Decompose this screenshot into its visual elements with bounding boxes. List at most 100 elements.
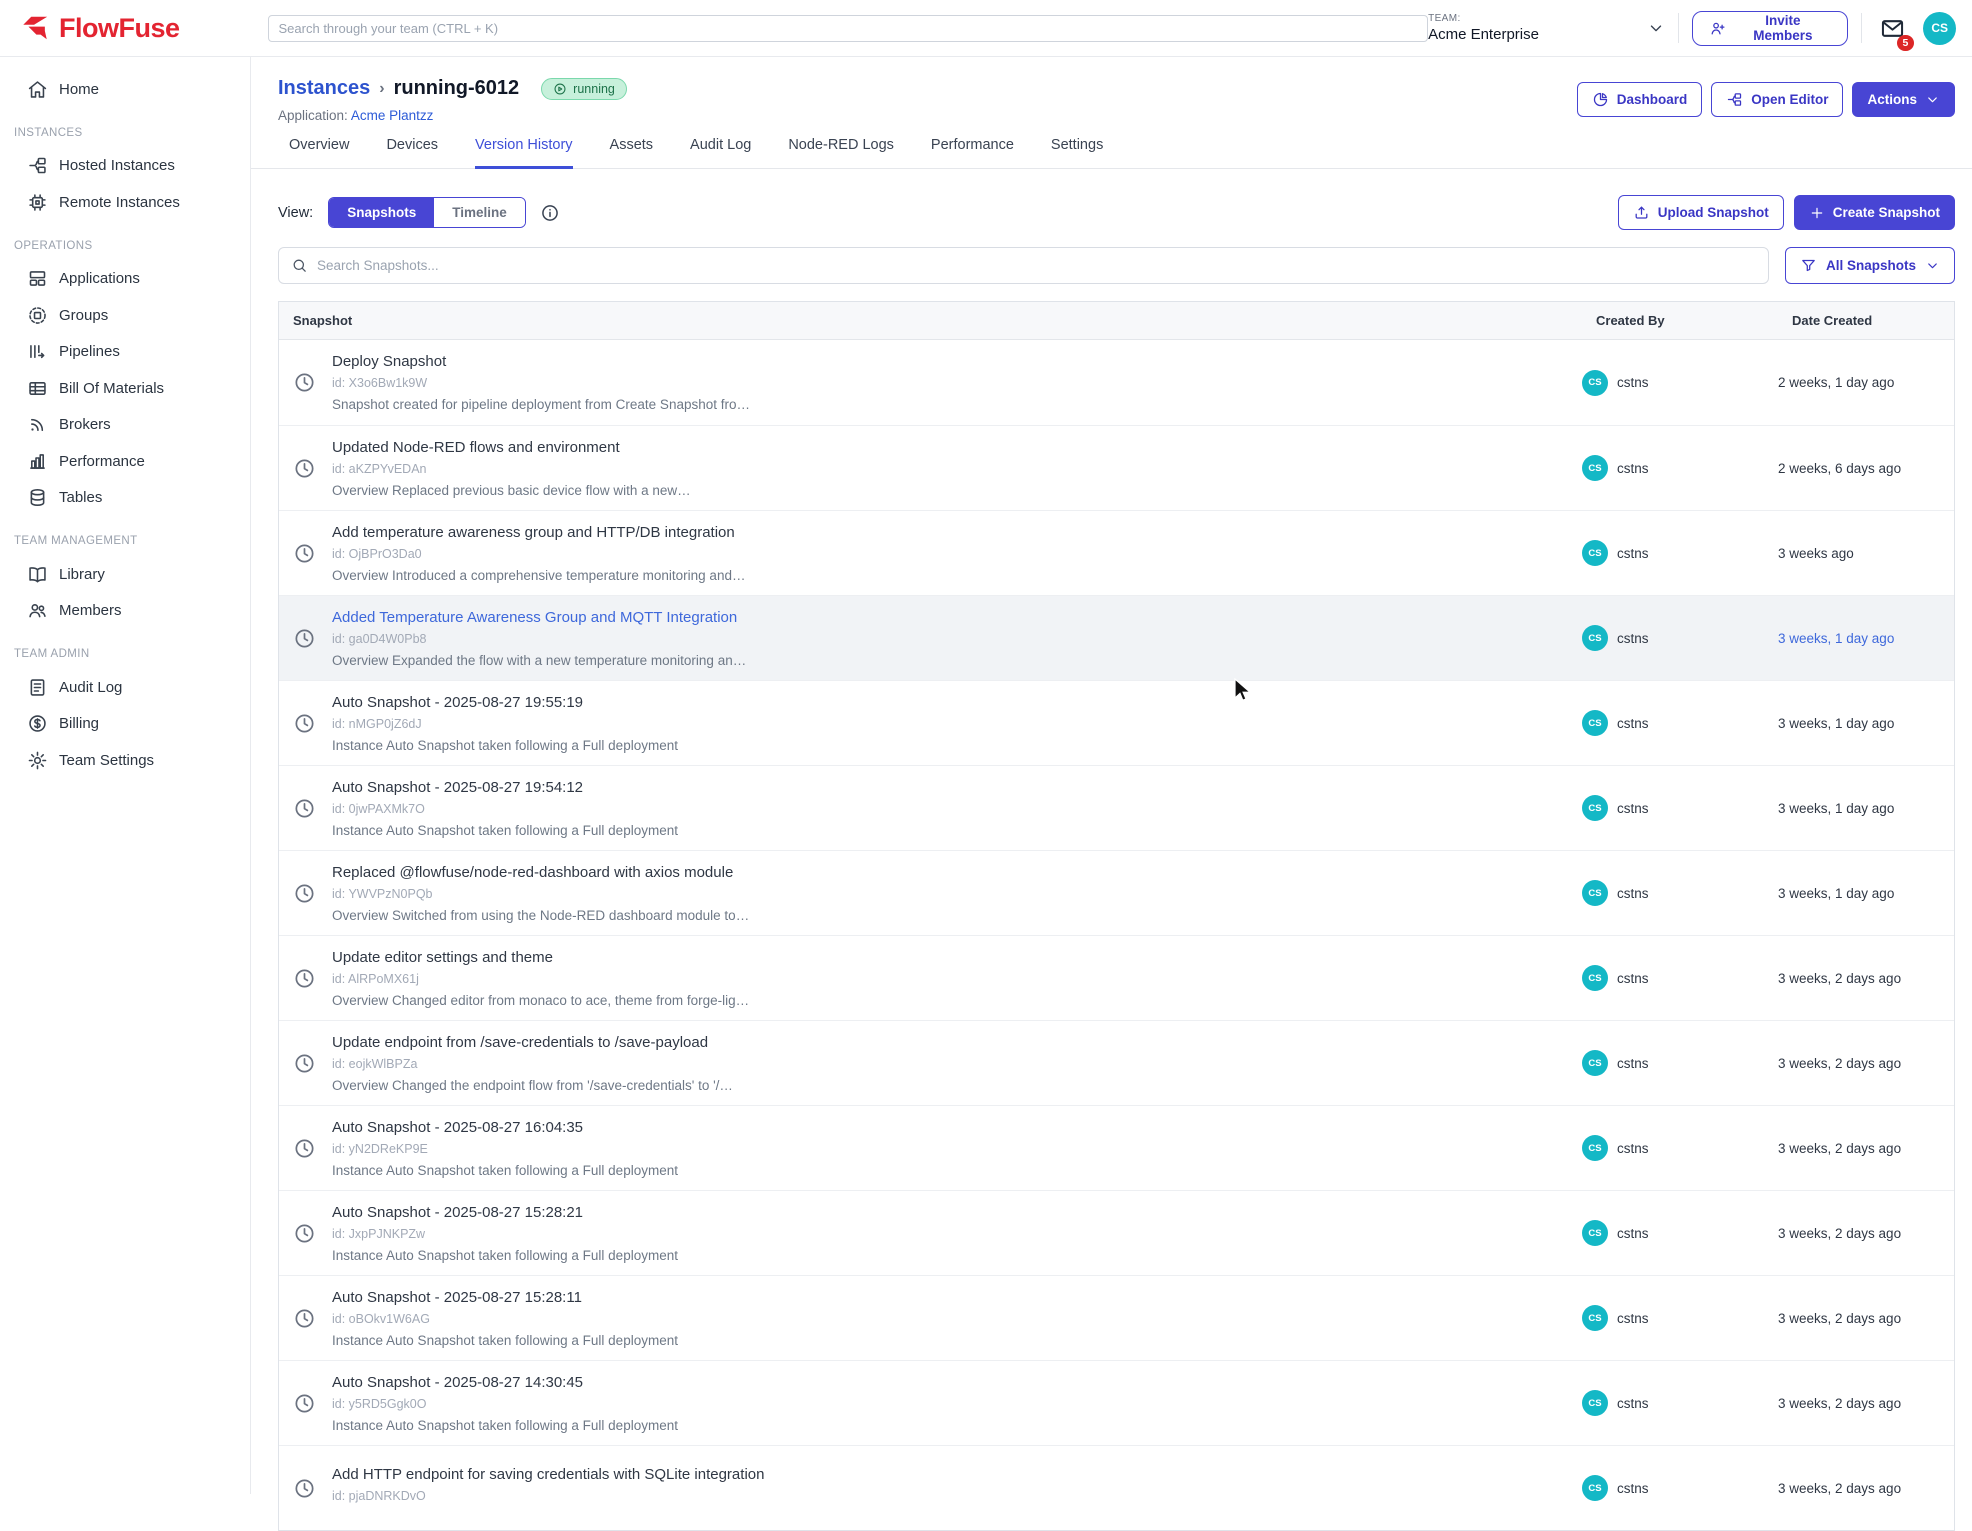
sidebar-item-pipelines[interactable]: Pipelines	[0, 334, 250, 371]
clock-icon	[293, 712, 316, 735]
status-badge: running	[541, 78, 627, 100]
sidebar-item-groups[interactable]: Groups	[0, 297, 250, 334]
invite-members-label: Invite Members	[1734, 13, 1831, 43]
actions-button[interactable]: Actions	[1852, 82, 1955, 117]
tab-overview[interactable]: Overview	[289, 137, 349, 169]
table-row[interactable]: Update editor settings and theme id: AlR…	[279, 935, 1954, 1020]
snapshot-description: Instance Auto Snapshot taken following a…	[332, 1333, 678, 1348]
breadcrumb-separator: ›	[379, 80, 384, 98]
tab-audit-log[interactable]: Audit Log	[690, 137, 751, 169]
creator-avatar: CS	[1582, 1390, 1608, 1416]
snapshot-search[interactable]	[278, 247, 1769, 284]
tab-assets[interactable]: Assets	[610, 137, 654, 169]
sidebar-item-label: Library	[59, 566, 105, 583]
creator-name: cstns	[1617, 716, 1649, 731]
snapshot-text: Auto Snapshot - 2025-08-27 15:28:21 id: …	[332, 1204, 678, 1263]
tab-devices[interactable]: Devices	[386, 137, 438, 169]
global-search-input[interactable]	[279, 21, 1418, 36]
user-avatar[interactable]: CS	[1923, 12, 1956, 45]
snapshot-title: Update endpoint from /save-credentials t…	[332, 1034, 733, 1051]
table-row[interactable]: Auto Snapshot - 2025-08-27 19:54:12 id: …	[279, 765, 1954, 850]
sidebar-item-brokers[interactable]: Brokers	[0, 407, 250, 444]
sidebar-item-applications[interactable]: Applications	[0, 261, 250, 298]
date-created-cell: 3 weeks, 2 days ago	[1778, 1446, 1954, 1530]
table-row[interactable]: Add temperature awareness group and HTTP…	[279, 510, 1954, 595]
flowfuse-logo[interactable]: FlowFuse	[20, 13, 180, 44]
open-editor-button[interactable]: Open Editor	[1711, 82, 1843, 117]
sidebar-item-bill-of-materials[interactable]: Bill Of Materials	[0, 370, 250, 407]
notifications-button[interactable]: 5	[1879, 15, 1906, 42]
sidebar-item-home[interactable]: Home	[0, 71, 250, 108]
sidebar-item-label: Tables	[59, 489, 102, 506]
table-row[interactable]: Auto Snapshot - 2025-08-27 15:28:11 id: …	[279, 1275, 1954, 1360]
snapshot-id: id: X3o6Bw1k9W	[332, 376, 750, 390]
snapshot-search-input[interactable]	[317, 258, 1756, 273]
clock-icon	[293, 882, 316, 905]
table-row[interactable]: Add HTTP endpoint for saving credentials…	[279, 1445, 1954, 1530]
sidebar-item-billing[interactable]: Billing	[0, 706, 250, 743]
chip-icon	[27, 192, 48, 213]
view-toggle: Snapshots Timeline	[328, 197, 526, 228]
team-selector[interactable]: TEAM: Acme Enterprise	[1428, 13, 1665, 43]
table-row[interactable]: Updated Node-RED flows and environment i…	[279, 425, 1954, 510]
info-icon[interactable]	[540, 203, 560, 223]
creator-avatar: CS	[1582, 1305, 1608, 1331]
sidebar-item-hosted-instances[interactable]: Hosted Instances	[0, 148, 250, 185]
table-row[interactable]: Auto Snapshot - 2025-08-27 15:28:21 id: …	[279, 1190, 1954, 1275]
creator-name: cstns	[1617, 1141, 1649, 1156]
application-label: Application:	[278, 108, 348, 123]
snapshot-filter-dropdown[interactable]: All Snapshots	[1785, 247, 1955, 284]
create-snapshot-button[interactable]: Create Snapshot	[1794, 195, 1955, 230]
sidebar-item-team-settings[interactable]: Team Settings	[0, 742, 250, 779]
snapshot-text: Auto Snapshot - 2025-08-27 19:55:19 id: …	[332, 694, 678, 753]
snapshot-title: Update editor settings and theme	[332, 949, 749, 966]
creator-name: cstns	[1617, 971, 1649, 986]
application-link[interactable]: Acme Plantzz	[351, 108, 434, 123]
snapshot-id: id: YWVPzN0PQb	[332, 887, 749, 901]
table-row[interactable]: Auto Snapshot - 2025-08-27 19:55:19 id: …	[279, 680, 1954, 765]
creator-avatar: CS	[1582, 710, 1608, 736]
breadcrumb-instances-link[interactable]: Instances	[278, 77, 370, 100]
sidebar-item-label: Members	[59, 602, 122, 619]
creator-avatar: CS	[1582, 965, 1608, 991]
sidebar-item-members[interactable]: Members	[0, 593, 250, 630]
sidebar-item-tables[interactable]: Tables	[0, 480, 250, 517]
snapshot-text: Added Temperature Awareness Group and MQ…	[332, 609, 746, 668]
creator-name: cstns	[1617, 461, 1649, 476]
table-body: Deploy Snapshot id: X3o6Bw1k9W Snapshot …	[279, 340, 1954, 1530]
upload-snapshot-button[interactable]: Upload Snapshot	[1618, 195, 1784, 230]
global-search[interactable]	[268, 15, 1429, 42]
creator-avatar: CS	[1582, 880, 1608, 906]
tab-version-history[interactable]: Version History	[475, 137, 573, 169]
snapshot-description: Overview Expanded the flow with a new te…	[332, 653, 746, 668]
view-toggle-option-snapshots[interactable]: Snapshots	[329, 198, 434, 227]
search-row: All Snapshots	[278, 247, 1955, 284]
tab-node-red-logs[interactable]: Node-RED Logs	[788, 137, 894, 169]
sidebar-item-library[interactable]: Library	[0, 556, 250, 593]
snapshot-title: Auto Snapshot - 2025-08-27 19:55:19	[332, 694, 678, 711]
table-row[interactable]: Deploy Snapshot id: X3o6Bw1k9W Snapshot …	[279, 340, 1954, 425]
table-row[interactable]: Update endpoint from /save-credentials t…	[279, 1020, 1954, 1105]
invite-members-button[interactable]: Invite Members	[1692, 11, 1848, 46]
date-created-cell: 3 weeks, 1 day ago	[1778, 851, 1954, 935]
tab-settings[interactable]: Settings	[1051, 137, 1103, 169]
date-created-cell: 3 weeks, 1 day ago	[1778, 766, 1954, 850]
version-history-content: View: Snapshots Timeline	[251, 169, 1972, 1531]
brokers-icon	[27, 414, 48, 435]
pie-chart-icon	[1592, 91, 1609, 108]
snapshot-cell: Update editor settings and theme id: AlR…	[279, 936, 1582, 1020]
tab-performance[interactable]: Performance	[931, 137, 1014, 169]
table-row[interactable]: Auto Snapshot - 2025-08-27 14:30:45 id: …	[279, 1360, 1954, 1445]
sidebar-item-remote-instances[interactable]: Remote Instances	[0, 184, 250, 221]
sidebar-item-performance[interactable]: Performance	[0, 443, 250, 480]
sidebar-item-audit-log[interactable]: Audit Log	[0, 669, 250, 706]
dashboard-button[interactable]: Dashboard	[1577, 82, 1703, 117]
table-row[interactable]: Auto Snapshot - 2025-08-27 16:04:35 id: …	[279, 1105, 1954, 1190]
date-created-cell: 3 weeks ago	[1778, 511, 1954, 595]
snapshot-text: Auto Snapshot - 2025-08-27 14:30:45 id: …	[332, 1374, 678, 1433]
view-toggle-option-timeline[interactable]: Timeline	[434, 198, 525, 227]
creator-avatar: CS	[1582, 1475, 1608, 1501]
table-row[interactable]: Added Temperature Awareness Group and MQ…	[279, 595, 1954, 680]
table-row[interactable]: Replaced @flowfuse/node-red-dashboard wi…	[279, 850, 1954, 935]
create-snapshot-label: Create Snapshot	[1833, 205, 1940, 220]
